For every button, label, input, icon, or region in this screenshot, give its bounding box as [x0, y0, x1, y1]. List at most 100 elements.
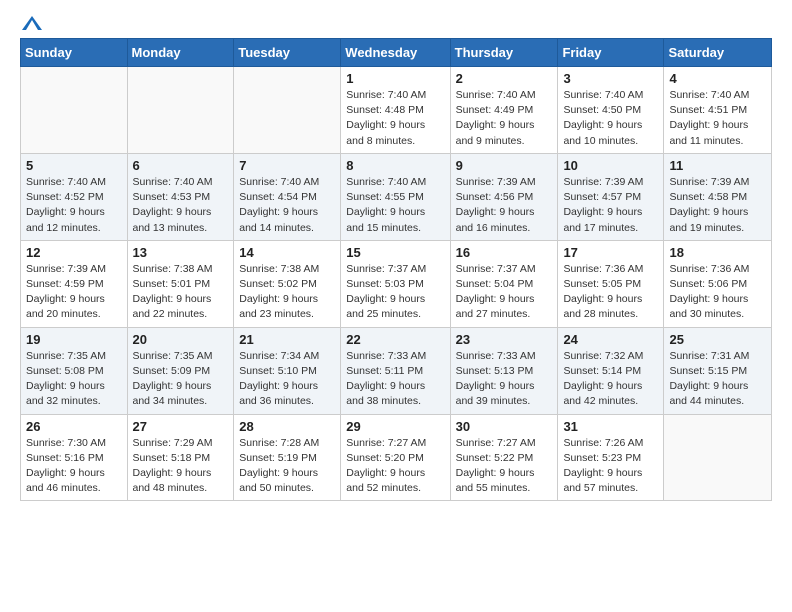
day-number: 7 — [239, 158, 335, 173]
calendar-cell: 14 Sunrise: 7:38 AM Sunset: 5:02 PM Dayli… — [234, 240, 341, 327]
day-number: 20 — [133, 332, 229, 347]
calendar-cell: 22 Sunrise: 7:33 AM Sunset: 5:11 PM Dayli… — [341, 327, 450, 414]
calendar-cell: 23 Sunrise: 7:33 AM Sunset: 5:13 PM Dayli… — [450, 327, 558, 414]
weekday-header-wednesday: Wednesday — [341, 39, 450, 67]
day-info: Sunrise: 7:40 AM Sunset: 4:50 PM Dayligh… — [563, 88, 658, 149]
calendar-cell: 31Sunrise: 7:26 AM Sunset: 5:23 PM Dayli… — [558, 414, 664, 501]
day-number: 15 — [346, 245, 444, 260]
calendar-cell: 19 Sunrise: 7:35 AM Sunset: 5:08 PM Dayli… — [21, 327, 128, 414]
day-number: 17 — [563, 245, 658, 260]
calendar-cell: 30 Sunrise: 7:27 AM Sunset: 5:22 PM Dayli… — [450, 414, 558, 501]
day-info: Sunrise: 7:39 AM Sunset: 4:57 PM Dayligh… — [563, 175, 658, 236]
day-number: 25 — [669, 332, 766, 347]
day-info: Sunrise: 7:40 AM Sunset: 4:53 PM Dayligh… — [133, 175, 229, 236]
day-number: 19 — [26, 332, 122, 347]
day-info: Sunrise: 7:31 AM Sunset: 5:15 PM Dayligh… — [669, 349, 766, 410]
weekday-header-tuesday: Tuesday — [234, 39, 341, 67]
day-info: Sunrise: 7:38 AM Sunset: 5:02 PM Dayligh… — [239, 262, 335, 323]
day-number: 26 — [26, 419, 122, 434]
day-info: Sunrise: 7:36 AM Sunset: 5:06 PM Dayligh… — [669, 262, 766, 323]
calendar-cell: 13 Sunrise: 7:38 AM Sunset: 5:01 PM Dayli… — [127, 240, 234, 327]
day-info: Sunrise: 7:32 AM Sunset: 5:14 PM Dayligh… — [563, 349, 658, 410]
day-number: 18 — [669, 245, 766, 260]
day-number: 27 — [133, 419, 229, 434]
calendar-week-1: 1Sunrise: 7:40 AM Sunset: 4:48 PM Daylig… — [21, 67, 772, 154]
day-number: 5 — [26, 158, 122, 173]
day-number: 22 — [346, 332, 444, 347]
logo — [20, 18, 42, 28]
day-number: 16 — [456, 245, 553, 260]
calendar: SundayMondayTuesdayWednesdayThursdayFrid… — [20, 38, 772, 501]
calendar-cell — [127, 67, 234, 154]
day-number: 1 — [346, 71, 444, 86]
day-number: 29 — [346, 419, 444, 434]
calendar-header: SundayMondayTuesdayWednesdayThursdayFrid… — [21, 39, 772, 67]
day-number: 4 — [669, 71, 766, 86]
weekday-header-saturday: Saturday — [664, 39, 772, 67]
day-info: Sunrise: 7:39 AM Sunset: 4:56 PM Dayligh… — [456, 175, 553, 236]
calendar-cell: 1Sunrise: 7:40 AM Sunset: 4:48 PM Daylig… — [341, 67, 450, 154]
day-number: 11 — [669, 158, 766, 173]
day-info: Sunrise: 7:37 AM Sunset: 5:04 PM Dayligh… — [456, 262, 553, 323]
day-info: Sunrise: 7:40 AM Sunset: 4:52 PM Dayligh… — [26, 175, 122, 236]
day-info: Sunrise: 7:36 AM Sunset: 5:05 PM Dayligh… — [563, 262, 658, 323]
day-number: 8 — [346, 158, 444, 173]
calendar-cell: 20 Sunrise: 7:35 AM Sunset: 5:09 PM Dayli… — [127, 327, 234, 414]
weekday-header-monday: Monday — [127, 39, 234, 67]
calendar-cell — [234, 67, 341, 154]
calendar-cell: 18 Sunrise: 7:36 AM Sunset: 5:06 PM Dayli… — [664, 240, 772, 327]
day-info: Sunrise: 7:28 AM Sunset: 5:19 PM Dayligh… — [239, 436, 335, 497]
day-number: 14 — [239, 245, 335, 260]
calendar-cell: 2 Sunrise: 7:40 AM Sunset: 4:49 PM Daylig… — [450, 67, 558, 154]
day-number: 10 — [563, 158, 658, 173]
calendar-cell: 29 Sunrise: 7:27 AM Sunset: 5:20 PM Dayli… — [341, 414, 450, 501]
day-number: 23 — [456, 332, 553, 347]
calendar-cell: 21 Sunrise: 7:34 AM Sunset: 5:10 PM Dayli… — [234, 327, 341, 414]
calendar-cell: 7 Sunrise: 7:40 AM Sunset: 4:54 PM Daylig… — [234, 153, 341, 240]
day-number: 24 — [563, 332, 658, 347]
calendar-cell: 27Sunrise: 7:29 AM Sunset: 5:18 PM Dayli… — [127, 414, 234, 501]
day-info: Sunrise: 7:26 AM Sunset: 5:23 PM Dayligh… — [563, 436, 658, 497]
calendar-cell: 26Sunrise: 7:30 AM Sunset: 5:16 PM Dayli… — [21, 414, 128, 501]
calendar-cell: 28 Sunrise: 7:28 AM Sunset: 5:19 PM Dayli… — [234, 414, 341, 501]
day-info: Sunrise: 7:27 AM Sunset: 5:20 PM Dayligh… — [346, 436, 444, 497]
day-info: Sunrise: 7:38 AM Sunset: 5:01 PM Dayligh… — [133, 262, 229, 323]
day-info: Sunrise: 7:40 AM Sunset: 4:51 PM Dayligh… — [669, 88, 766, 149]
day-number: 3 — [563, 71, 658, 86]
calendar-cell: 24 Sunrise: 7:32 AM Sunset: 5:14 PM Dayli… — [558, 327, 664, 414]
day-info: Sunrise: 7:37 AM Sunset: 5:03 PM Dayligh… — [346, 262, 444, 323]
calendar-cell: 6Sunrise: 7:40 AM Sunset: 4:53 PM Daylig… — [127, 153, 234, 240]
page: SundayMondayTuesdayWednesdayThursdayFrid… — [0, 0, 792, 519]
day-info: Sunrise: 7:40 AM Sunset: 4:49 PM Dayligh… — [456, 88, 553, 149]
day-number: 12 — [26, 245, 122, 260]
day-info: Sunrise: 7:35 AM Sunset: 5:08 PM Dayligh… — [26, 349, 122, 410]
calendar-cell: 17 Sunrise: 7:36 AM Sunset: 5:05 PM Dayli… — [558, 240, 664, 327]
day-info: Sunrise: 7:39 AM Sunset: 4:58 PM Dayligh… — [669, 175, 766, 236]
day-number: 13 — [133, 245, 229, 260]
day-info: Sunrise: 7:33 AM Sunset: 5:13 PM Dayligh… — [456, 349, 553, 410]
day-info: Sunrise: 7:33 AM Sunset: 5:11 PM Dayligh… — [346, 349, 444, 410]
weekday-header-thursday: Thursday — [450, 39, 558, 67]
day-number: 9 — [456, 158, 553, 173]
calendar-week-3: 12 Sunrise: 7:39 AM Sunset: 4:59 PM Dayli… — [21, 240, 772, 327]
calendar-cell: 11 Sunrise: 7:39 AM Sunset: 4:58 PM Dayli… — [664, 153, 772, 240]
day-info: Sunrise: 7:35 AM Sunset: 5:09 PM Dayligh… — [133, 349, 229, 410]
calendar-cell: 5 Sunrise: 7:40 AM Sunset: 4:52 PM Daylig… — [21, 153, 128, 240]
calendar-cell: 8 Sunrise: 7:40 AM Sunset: 4:55 PM Daylig… — [341, 153, 450, 240]
calendar-week-5: 26Sunrise: 7:30 AM Sunset: 5:16 PM Dayli… — [21, 414, 772, 501]
day-info: Sunrise: 7:39 AM Sunset: 4:59 PM Dayligh… — [26, 262, 122, 323]
calendar-cell: 25 Sunrise: 7:31 AM Sunset: 5:15 PM Dayli… — [664, 327, 772, 414]
logo-icon — [22, 16, 42, 32]
calendar-cell — [21, 67, 128, 154]
day-info: Sunrise: 7:40 AM Sunset: 4:54 PM Dayligh… — [239, 175, 335, 236]
calendar-cell: 15 Sunrise: 7:37 AM Sunset: 5:03 PM Dayli… — [341, 240, 450, 327]
day-number: 21 — [239, 332, 335, 347]
day-number: 28 — [239, 419, 335, 434]
day-number: 30 — [456, 419, 553, 434]
day-info: Sunrise: 7:34 AM Sunset: 5:10 PM Dayligh… — [239, 349, 335, 410]
calendar-cell: 10 Sunrise: 7:39 AM Sunset: 4:57 PM Dayli… — [558, 153, 664, 240]
weekday-row: SundayMondayTuesdayWednesdayThursdayFrid… — [21, 39, 772, 67]
day-number: 2 — [456, 71, 553, 86]
day-info: Sunrise: 7:27 AM Sunset: 5:22 PM Dayligh… — [456, 436, 553, 497]
day-info: Sunrise: 7:40 AM Sunset: 4:55 PM Dayligh… — [346, 175, 444, 236]
